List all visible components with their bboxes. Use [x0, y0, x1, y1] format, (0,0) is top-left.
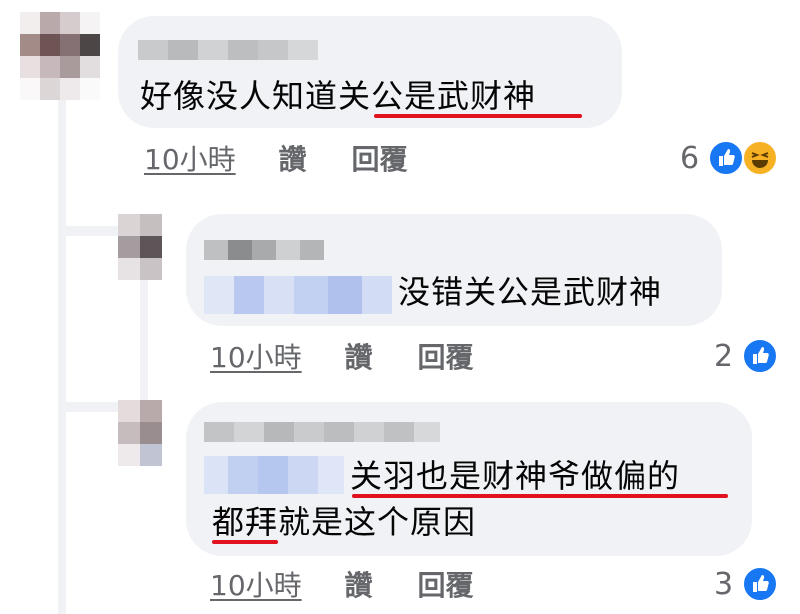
comment-text-plain: 好像没人知道 — [140, 77, 339, 115]
red-underline-annotation — [352, 494, 728, 498]
reply-thread-line — [140, 280, 148, 400]
reaction-count[interactable]: 6 — [680, 142, 699, 176]
comment-text-highlighted: 都拜 — [212, 503, 279, 541]
comment-text: 没错关公是武财神 — [398, 273, 663, 311]
comment-actions: 10小時 讚 回覆 — [144, 144, 407, 176]
thread-connector — [58, 402, 118, 412]
timestamp-link[interactable]: 10小時 — [144, 143, 236, 176]
avatar[interactable] — [20, 12, 100, 100]
like-icon — [708, 140, 744, 176]
like-button[interactable]: 讚 — [279, 143, 307, 176]
reply-button[interactable]: 回覆 — [417, 569, 473, 602]
reply-button[interactable]: 回覆 — [417, 341, 473, 374]
like-button[interactable]: 讚 — [345, 569, 373, 602]
thread-line — [58, 100, 66, 614]
like-button[interactable]: 讚 — [345, 341, 373, 374]
red-underline-annotation — [374, 114, 582, 118]
reaction-count[interactable]: 3 — [714, 568, 733, 602]
like-icon — [742, 566, 778, 602]
mentioned-user-blurred[interactable] — [204, 456, 344, 494]
timestamp-link[interactable]: 10小時 — [210, 341, 302, 374]
reply-button[interactable]: 回覆 — [351, 143, 407, 176]
red-underline-annotation — [212, 540, 278, 544]
author-name-blurred[interactable] — [204, 422, 440, 442]
comment-text-line2: 都拜就是这个原因 — [212, 502, 476, 542]
like-icon — [742, 338, 778, 374]
mentioned-user-blurred[interactable] — [204, 276, 392, 314]
author-name-blurred[interactable] — [138, 40, 318, 60]
thread-connector — [58, 226, 118, 236]
reaction-count[interactable]: 2 — [714, 340, 733, 374]
avatar[interactable] — [118, 214, 162, 280]
author-name-blurred[interactable] — [204, 240, 324, 260]
comment-text-line1: 关羽也是财神爷做偏的 — [350, 457, 681, 495]
comment-text-highlighted: 关公是武财神 — [338, 77, 537, 115]
comment-actions: 10小時 讚 回覆 — [210, 570, 473, 602]
timestamp-link[interactable]: 10小時 — [210, 569, 302, 602]
haha-icon — [742, 140, 778, 176]
avatar[interactable] — [118, 400, 162, 466]
comment-actions: 10小時 讚 回覆 — [210, 342, 473, 374]
comment-text-plain: 就是这个原因 — [278, 503, 477, 541]
comment-text: 好像没人知道关公是武财神 — [140, 76, 536, 116]
